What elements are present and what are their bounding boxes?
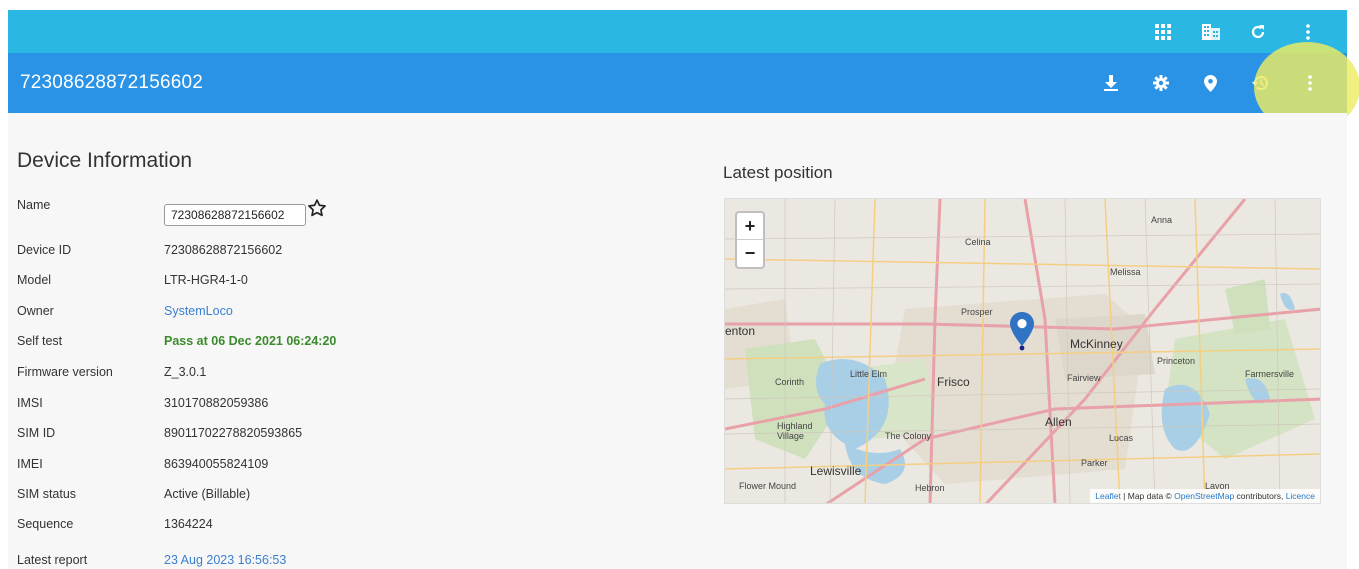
download-icon[interactable]	[1101, 73, 1121, 93]
imsi-label: IMSI	[17, 396, 43, 410]
position-map[interactable]: Anna Celina Melissa Prosper enton McKinn…	[724, 198, 1321, 504]
map-place-label: Lucas	[1109, 433, 1134, 443]
sim-status-value: Active (Billable)	[164, 487, 251, 501]
map-place-label: Allen	[1045, 415, 1072, 429]
firmware-version-value: Z_3.0.1	[164, 365, 207, 379]
zoom-in-button[interactable]: +	[737, 213, 763, 240]
map-place-label: Anna	[1151, 215, 1173, 225]
map-place-label: Corinth	[775, 377, 805, 387]
zoom-control: + −	[735, 211, 765, 269]
device-title-bar: 72308628872156602	[8, 53, 1347, 113]
device-info-title: Device Information	[17, 149, 193, 172]
map-place-label: Frisco	[937, 375, 970, 389]
attribution-text: contributors,	[1234, 491, 1286, 501]
owner-link[interactable]: SystemLoco	[164, 304, 233, 318]
map-place-label: Little Elm	[850, 369, 888, 379]
refresh-icon[interactable]	[1248, 22, 1268, 42]
model-label: Model	[17, 273, 52, 287]
licence-link[interactable]: Licence	[1286, 491, 1315, 501]
map-place-label: Flower Mound	[739, 481, 797, 491]
zoom-out-button[interactable]: −	[737, 240, 763, 267]
more-vert-icon[interactable]	[1298, 22, 1318, 42]
more-vert-icon[interactable]	[1300, 73, 1320, 93]
map-place-label: Farmersville	[1245, 369, 1295, 379]
map-attribution: Leaflet | Map data © OpenStreetMap contr…	[1090, 489, 1320, 503]
device-id-label: Device ID	[17, 243, 72, 257]
self-test-label: Self test	[17, 334, 63, 348]
map-place-label: enton	[725, 324, 756, 338]
map-place-label: Fairview	[1067, 373, 1101, 383]
sim-id-value: 89011702278820593865	[164, 426, 303, 440]
map-marker-icon[interactable]	[1010, 312, 1034, 351]
openstreetmap-link[interactable]: OpenStreetMap	[1174, 491, 1234, 501]
map-place-label: Prosper	[961, 307, 993, 317]
self-test-value: Pass at 06 Dec 2021 06:24:20	[164, 334, 337, 348]
map-place-label: Parker	[1081, 458, 1108, 468]
map-place-label: Celina	[965, 237, 991, 247]
owner-label: Owner	[17, 304, 54, 318]
name-field[interactable]	[164, 204, 306, 226]
latest-report-label: Latest report	[17, 553, 88, 567]
star-icon[interactable]	[307, 198, 327, 218]
location-pin-icon[interactable]	[1200, 73, 1220, 93]
name-label: Name	[17, 198, 51, 212]
settings-icon[interactable]	[1151, 73, 1171, 93]
device-title: 72308628872156602	[20, 72, 204, 93]
imsi-value: 310170882059386	[164, 396, 269, 410]
latest-position-title: Latest position	[723, 163, 833, 182]
sim-id-label: SIM ID	[17, 426, 56, 440]
map-place-label: Highland Village	[777, 421, 813, 441]
map-place-label: McKinney	[1070, 337, 1123, 351]
sim-status-label: SIM status	[17, 487, 77, 501]
imei-value: 863940055824109	[164, 457, 269, 471]
map-place-label: Hebron	[915, 483, 945, 493]
sequence-label: Sequence	[17, 517, 74, 531]
map-place-label: The Colony	[885, 431, 932, 441]
latest-report-link[interactable]: 23 Aug 2023 16:56:53	[164, 553, 286, 567]
model-value: LTR-HGR4-1-0	[164, 273, 248, 287]
device-id-value: 72308628872156602	[164, 243, 283, 257]
imei-label: IMEI	[17, 457, 43, 471]
map-place-label: Lewisville	[810, 464, 862, 478]
business-icon[interactable]	[1201, 22, 1221, 42]
leaflet-link[interactable]: Leaflet	[1095, 491, 1121, 501]
top-app-bar	[8, 10, 1347, 53]
map-place-label: Princeton	[1157, 356, 1196, 366]
grid-apps-icon[interactable]	[1153, 22, 1173, 42]
sequence-value: 1364224	[164, 517, 213, 531]
firmware-version-label: Firmware version	[17, 365, 113, 379]
attribution-text: | Map data ©	[1120, 491, 1175, 501]
map-place-label: Melissa	[1110, 267, 1141, 277]
